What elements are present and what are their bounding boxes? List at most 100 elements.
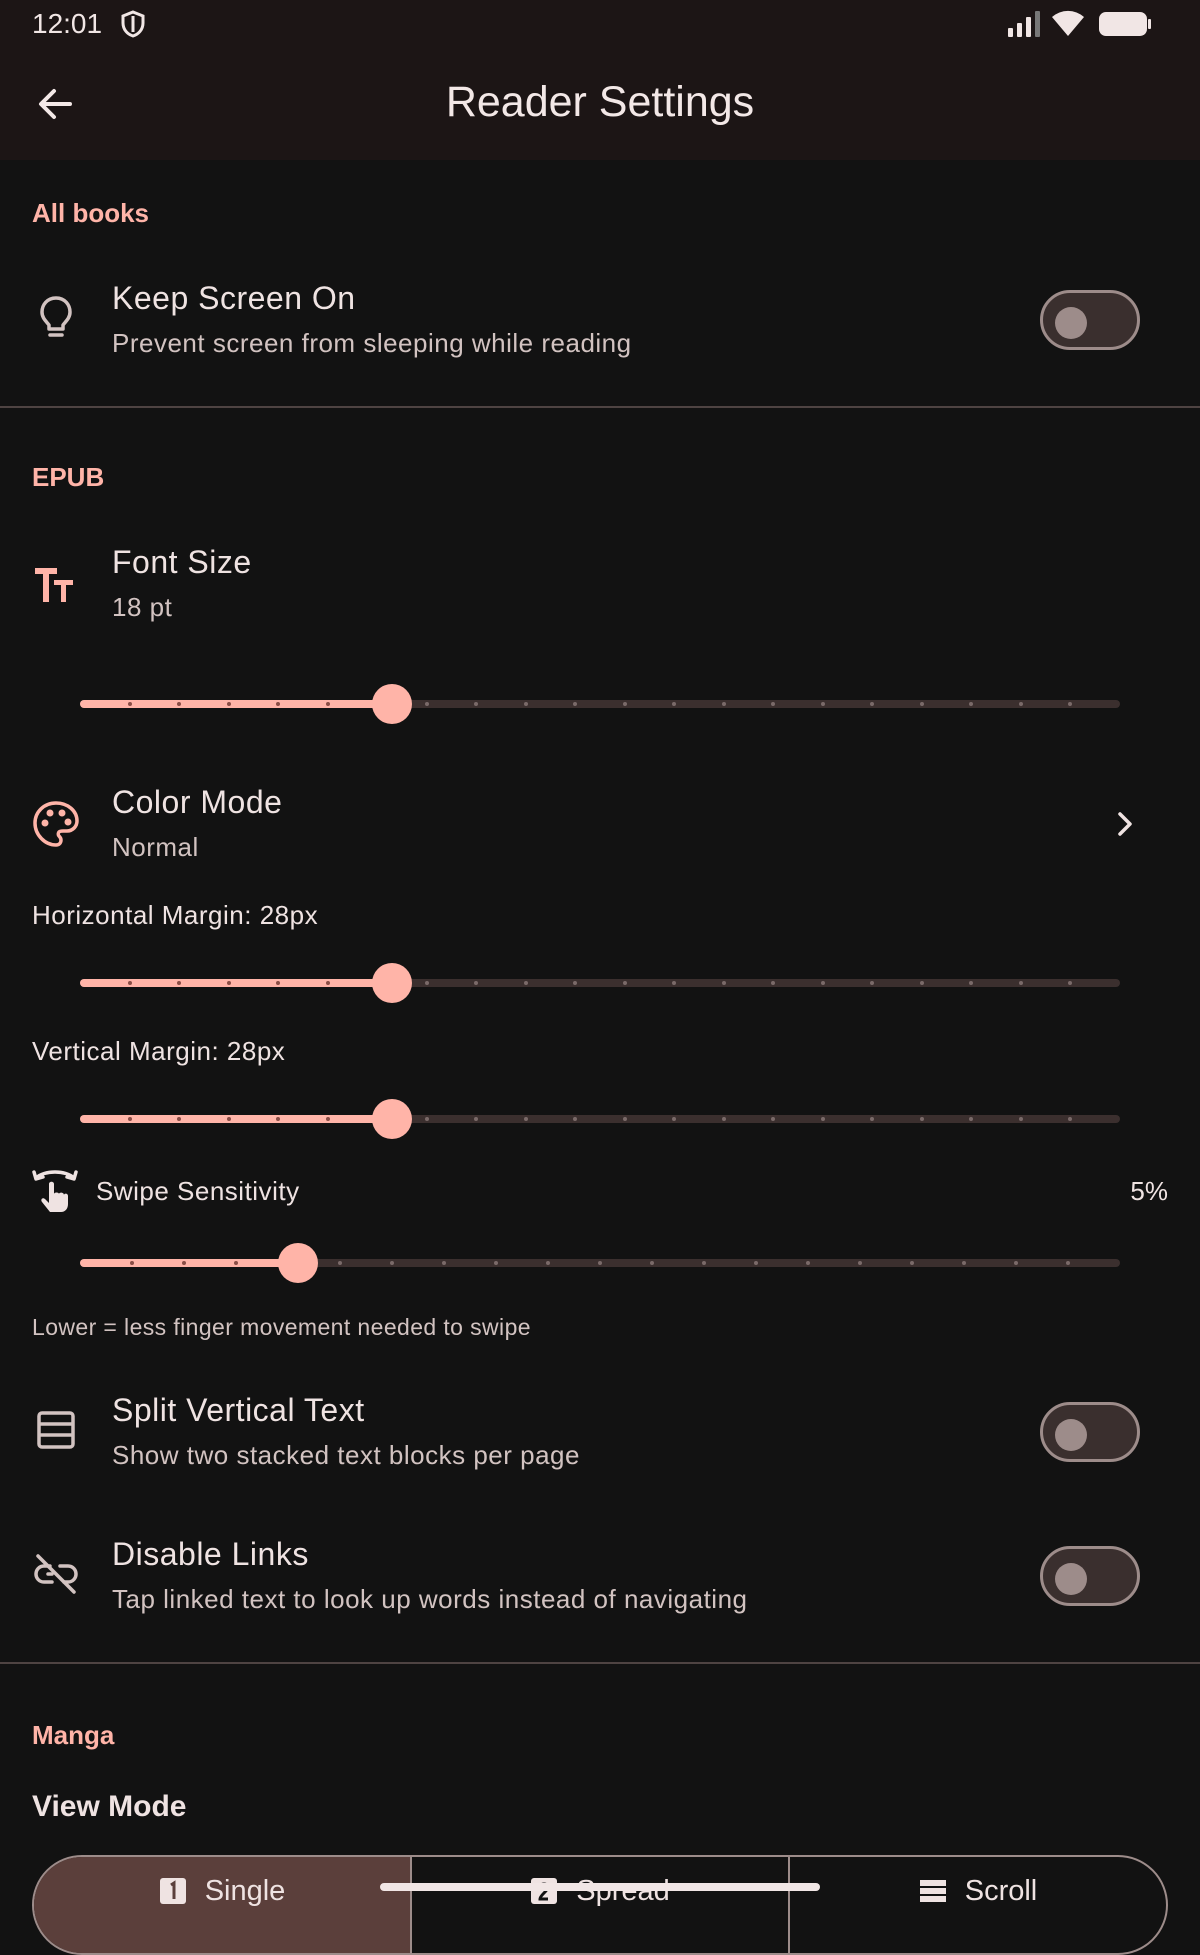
vertical-margin-label: Vertical Margin: 28px xyxy=(32,1036,286,1066)
slider-tick xyxy=(598,1261,602,1265)
filter-2-icon xyxy=(531,1878,558,1904)
slider-tick xyxy=(424,702,429,706)
shield-icon xyxy=(121,10,145,38)
slider-tick xyxy=(226,981,231,985)
slider-tick xyxy=(127,702,132,706)
slider-tick xyxy=(721,1117,726,1121)
view-mode-single-button[interactable]: Single xyxy=(34,1857,410,1953)
slider-tick xyxy=(523,981,528,985)
toggle-knob xyxy=(1055,1563,1087,1595)
slider-tick xyxy=(234,1261,238,1265)
slider-tick xyxy=(523,702,528,706)
slider-tick xyxy=(325,1117,330,1121)
slider-tick xyxy=(127,981,132,985)
slider-thumb[interactable] xyxy=(278,1243,319,1283)
home-indicator[interactable] xyxy=(380,1883,820,1891)
slider-active-track xyxy=(80,979,392,987)
swipe-sensitivity-help: Lower = less finger movement needed to s… xyxy=(32,1314,531,1340)
slider-tick xyxy=(820,1117,825,1121)
slider-thumb[interactable] xyxy=(372,963,412,1003)
slider-active-track xyxy=(80,700,392,708)
color-mode-value: Normal xyxy=(112,832,199,862)
view-mode-segmented-button: Single Spread Scroll xyxy=(32,1855,1168,1955)
slider-tick xyxy=(919,702,924,706)
slider-active-track xyxy=(80,1259,299,1267)
slider-tick xyxy=(622,981,627,985)
status-time: 12:01 xyxy=(32,8,103,39)
wifi-icon xyxy=(1052,10,1084,36)
swipe-sensitivity-slider[interactable] xyxy=(80,1243,1120,1283)
slider-tick xyxy=(721,702,726,706)
slider-tick xyxy=(919,1117,924,1121)
slider-tick xyxy=(390,1261,394,1265)
slider-tick xyxy=(820,981,825,985)
color-mode-title: Color Mode xyxy=(112,784,283,820)
filter-1-icon xyxy=(159,1878,186,1904)
view-mode-scroll-label: Scroll xyxy=(964,1875,1038,1907)
battery-icon xyxy=(1099,12,1151,36)
slider-tick xyxy=(127,1117,132,1121)
keep-screen-on-title: Keep Screen On xyxy=(112,280,356,316)
slider-tick xyxy=(523,1117,528,1121)
keep-screen-on-subtitle: Prevent screen from sleeping while readi… xyxy=(112,328,632,358)
slider-thumb[interactable] xyxy=(372,1099,412,1139)
slider-tick xyxy=(226,702,231,706)
slider-tick xyxy=(1018,1117,1023,1121)
slider-tick xyxy=(622,702,627,706)
section-header-manga: Manga xyxy=(32,1720,115,1750)
lightbulb-icon xyxy=(40,296,72,337)
status-bar: 12:01 xyxy=(0,0,1200,48)
font-size-value: 18 pt xyxy=(112,592,173,622)
swipe-sensitivity-value: 5% xyxy=(1130,1176,1168,1206)
horizontal-margin-slider[interactable] xyxy=(80,963,1120,1003)
slider-tick xyxy=(919,981,924,985)
divider xyxy=(0,406,1200,408)
view-agenda-icon xyxy=(37,1411,75,1449)
font-size-title: Font Size xyxy=(112,544,252,580)
font-size-icon xyxy=(35,568,73,602)
disable-links-title: Disable Links xyxy=(112,1536,309,1572)
slider-tick xyxy=(424,1117,429,1121)
slider-tick xyxy=(1066,1261,1070,1265)
font-size-slider[interactable] xyxy=(80,684,1120,724)
slider-tick xyxy=(962,1261,966,1265)
slider-tick xyxy=(424,981,429,985)
slider-thumb[interactable] xyxy=(372,684,412,724)
section-header-epub: EPUB xyxy=(32,462,105,492)
disable-links-subtitle: Tap linked text to look up words instead… xyxy=(112,1584,748,1614)
slider-tick xyxy=(820,702,825,706)
swipe-sensitivity-label: Swipe Sensitivity xyxy=(96,1176,300,1206)
palette-icon xyxy=(33,801,79,847)
slider-tick xyxy=(325,981,330,985)
link-off-icon xyxy=(34,1554,78,1594)
view-mode-single-label: Single xyxy=(204,1875,286,1907)
slider-tick xyxy=(622,1117,627,1121)
section-header-all-books: All books xyxy=(32,198,150,228)
slider-tick xyxy=(702,1261,706,1265)
slider-tick xyxy=(1014,1261,1018,1265)
slider-tick xyxy=(442,1261,446,1265)
keep-screen-on-toggle[interactable] xyxy=(1040,290,1140,350)
slider-tick xyxy=(650,1261,654,1265)
chevron-right-icon xyxy=(1118,812,1132,836)
slider-tick xyxy=(858,1261,862,1265)
disable-links-toggle[interactable] xyxy=(1040,1546,1140,1606)
slider-tick xyxy=(910,1261,914,1265)
slider-tick xyxy=(226,1117,231,1121)
slider-tick xyxy=(1018,981,1023,985)
view-stream-icon xyxy=(919,1880,946,1902)
vertical-margin-slider[interactable] xyxy=(80,1099,1120,1139)
page-title: Reader Settings xyxy=(445,78,755,126)
swipe-gesture-icon xyxy=(32,1170,78,1212)
divider xyxy=(0,1662,1200,1664)
view-mode-label: View Mode xyxy=(32,1790,187,1823)
split-vertical-text-subtitle: Show two stacked text blocks per page xyxy=(112,1440,580,1470)
horizontal-margin-label: Horizontal Margin: 28px xyxy=(32,900,319,930)
view-mode-spread-button[interactable]: Spread xyxy=(410,1857,788,1953)
toggle-knob xyxy=(1055,307,1087,339)
toggle-knob xyxy=(1055,1419,1087,1451)
split-vertical-text-toggle[interactable] xyxy=(1040,1402,1140,1462)
slider-active-track xyxy=(80,1115,392,1123)
view-mode-scroll-button[interactable]: Scroll xyxy=(788,1857,1166,1953)
slider-tick xyxy=(130,1261,134,1265)
